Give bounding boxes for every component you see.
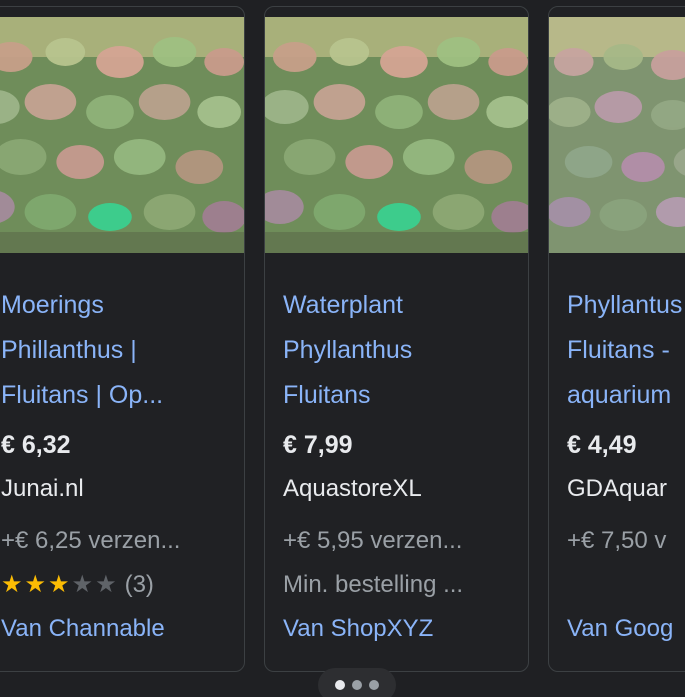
- shipping-cost: +€ 7,50 v: [567, 527, 667, 554]
- store-name: Junai.nl: [1, 475, 84, 502]
- title-line[interactable]: Phyllanthus: [283, 328, 528, 373]
- store-name: AquastoreXL: [283, 475, 422, 502]
- shipping-cost: +€ 5,95 verzen...: [283, 527, 463, 554]
- title-line[interactable]: Fluitans -: [567, 328, 685, 373]
- shopping-carousel: Moerings Phillanthus | Fluitans | Op... …: [0, 0, 685, 697]
- product-card[interactable]: Waterplant Phyllanthus Fluitans € 7,99 A…: [264, 6, 529, 672]
- product-price: € 7,99: [283, 431, 353, 459]
- title-line[interactable]: aquarium: [567, 373, 685, 418]
- product-title[interactable]: Waterplant Phyllanthus Fluitans: [283, 283, 528, 418]
- carousel-pager[interactable]: [318, 668, 396, 697]
- product-card[interactable]: Phyllantus Fluitans - aquarium € 4,49 GD…: [548, 6, 685, 672]
- store-name: GDAquar: [567, 475, 668, 502]
- title-line[interactable]: Moerings: [1, 283, 244, 328]
- source-link[interactable]: Van Goog: [567, 614, 685, 644]
- title-line[interactable]: Fluitans | Op...: [1, 373, 244, 418]
- product-image[interactable]: [0, 17, 244, 253]
- product-title[interactable]: Moerings Phillanthus | Fluitans | Op...: [1, 283, 244, 418]
- product-price: € 4,49: [567, 431, 637, 459]
- pager-dot[interactable]: [352, 680, 362, 690]
- review-count: (3): [124, 571, 154, 598]
- pager-dot[interactable]: [369, 680, 379, 690]
- source-link[interactable]: Van ShopXYZ: [283, 614, 528, 644]
- rating-stars: ★★★★★: [1, 570, 119, 600]
- pager-dot-active[interactable]: [335, 680, 345, 690]
- product-price: € 6,32: [1, 431, 71, 459]
- product-title[interactable]: Phyllantus Fluitans - aquarium: [567, 283, 685, 418]
- source-link[interactable]: Van Channable: [1, 614, 244, 644]
- title-line[interactable]: Phyllantus: [567, 283, 685, 328]
- shipping-cost: +€ 6,25 verzen...: [1, 527, 181, 554]
- rating: ★★★★★ (3): [1, 570, 244, 600]
- product-image[interactable]: [549, 17, 685, 253]
- star-icon: ★: [24, 571, 49, 598]
- star-empty-icon: ★: [95, 571, 119, 598]
- star-icon: ★: [48, 571, 72, 598]
- title-line[interactable]: Fluitans: [283, 373, 528, 418]
- product-image[interactable]: [265, 17, 528, 253]
- min-order: Min. bestelling ...: [283, 571, 464, 598]
- title-line[interactable]: Phillanthus |: [1, 328, 244, 373]
- product-card[interactable]: Moerings Phillanthus | Fluitans | Op... …: [0, 6, 245, 672]
- star-empty-icon: ★: [71, 571, 96, 598]
- title-line[interactable]: Waterplant: [283, 283, 528, 328]
- star-icon: ★: [1, 571, 25, 598]
